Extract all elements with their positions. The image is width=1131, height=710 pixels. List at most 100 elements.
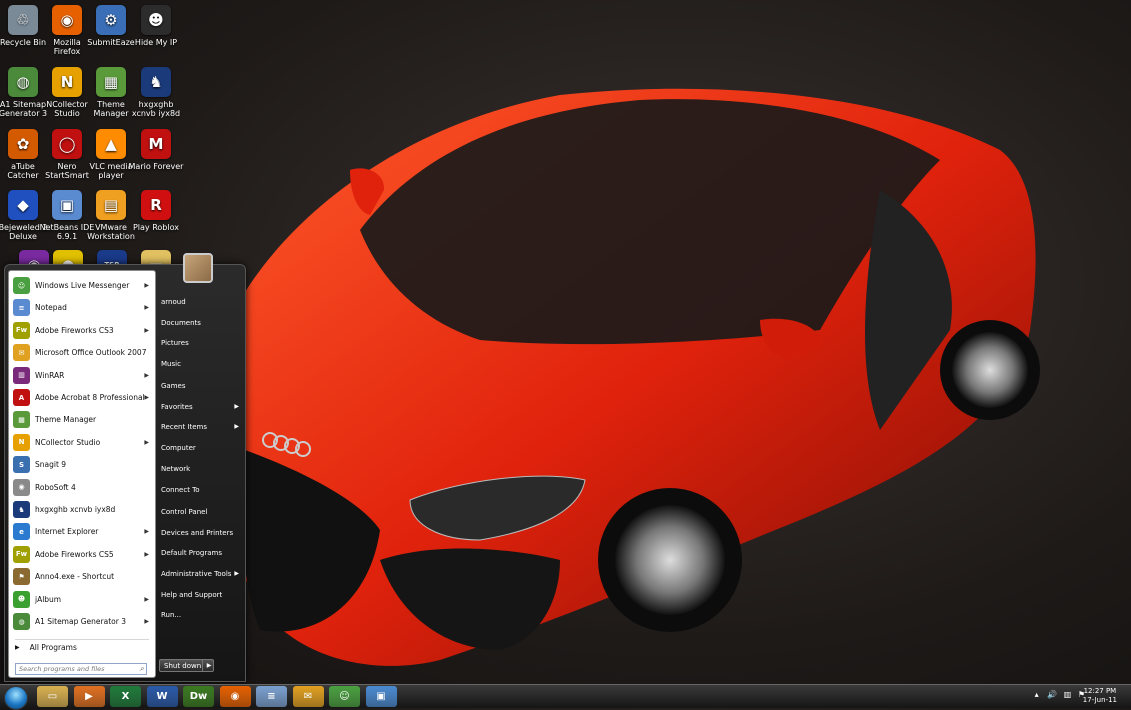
program-icon: ≡	[13, 299, 30, 317]
start-menu-program-item[interactable]: A Adobe Acrobat 8 Professional ▶	[11, 387, 153, 408]
desktop-icon[interactable]: ♞ hxgxghb xcnvb iyx8d	[128, 67, 184, 118]
start-button[interactable]	[4, 686, 28, 710]
taskbar-outlook-button[interactable]: ✉	[292, 686, 324, 707]
program-icon: Fw	[13, 321, 30, 339]
desktop-icon[interactable]: R Play Roblox	[128, 190, 184, 232]
submenu-arrow-icon[interactable]: ▶	[144, 439, 149, 446]
start-menu-link-label: Connect To	[161, 486, 200, 494]
program-icon: ⚑	[13, 568, 30, 586]
taskbar-messenger-button[interactable]: ☺	[329, 686, 360, 707]
start-menu-program-item[interactable]: ☺ Windows Live Messenger ▶	[11, 275, 153, 296]
start-menu-link[interactable]: Default Programs	[161, 546, 241, 560]
start-menu-program-item[interactable]: Fw Adobe Fireworks CS5 ▶	[11, 544, 153, 565]
program-label: RoboSoft 4	[35, 482, 76, 492]
user-picture[interactable]	[183, 253, 213, 283]
start-menu-link-label: Default Programs	[161, 549, 222, 557]
start-menu-link[interactable]: Devices and Printers	[161, 526, 241, 540]
start-menu-link-label: Administrative Tools	[161, 570, 232, 578]
start-menu-programs-pane: ☺ Windows Live Messenger ▶ ≡ Notepad ▶ Fw Adobe…	[8, 270, 156, 678]
program-icon: Fw	[13, 545, 30, 563]
submenu-arrow-icon[interactable]: ▶	[144, 528, 149, 535]
desktop-icon[interactable]: ☻ Hide My IP	[128, 5, 184, 47]
taskbar-explorer-button[interactable]: ▭	[37, 686, 68, 707]
start-menu-link[interactable]: Documents	[161, 316, 241, 330]
start-menu-link[interactable]: Recent Items ▶	[161, 420, 241, 434]
show-hidden-icons-icon[interactable]: ▴	[1035, 690, 1039, 699]
start-menu-link[interactable]: Administrative Tools ▶	[161, 567, 241, 581]
taskbar-excel-button[interactable]: X	[110, 686, 141, 707]
start-menu-program-item[interactable]: ◉ RoboSoft 4	[11, 477, 153, 498]
start-menu-program-item[interactable]: ♞ hxgxghb xcnvb iyx8d	[11, 499, 153, 520]
taskbar-word-button[interactable]: W	[146, 686, 178, 707]
start-menu-program-item[interactable]: ▥ WinRAR ▶	[11, 365, 153, 386]
shutdown-options-button[interactable]: ▶	[202, 659, 215, 672]
start-menu-link[interactable]: Pictures	[161, 336, 241, 350]
start-menu-program-item[interactable]: N NCollector Studio ▶	[11, 432, 153, 453]
start-menu-link-label: Run...	[161, 611, 182, 619]
start-menu-program-item[interactable]: Fw Adobe Fireworks CS3 ▶	[11, 320, 153, 341]
start-menu-program-item[interactable]: ✉ Microsoft Office Outlook 2007	[11, 342, 153, 363]
submenu-arrow-icon[interactable]: ▶	[144, 551, 149, 558]
desktop-icon[interactable]: M Mario Forever	[128, 129, 184, 171]
start-menu-link[interactable]: arnoud	[161, 295, 241, 309]
network-icon[interactable]: ▥	[1064, 690, 1072, 699]
program-label: jAlbum	[35, 594, 62, 604]
submenu-arrow-icon[interactable]: ▶	[144, 327, 149, 334]
submenu-arrow-icon[interactable]: ▶	[144, 394, 149, 401]
taskbar-notepad-button[interactable]: ≡	[256, 686, 287, 707]
app-icon: R	[141, 190, 171, 220]
taskbar-dreamweaver-button[interactable]: Dw	[183, 686, 214, 707]
arrow-right-icon: ▶	[206, 662, 212, 669]
submenu-arrow-icon[interactable]: ▶	[234, 400, 239, 414]
start-menu-link[interactable]: Control Panel	[161, 505, 241, 519]
search-input[interactable]: Search programs and files ⌕	[15, 663, 147, 675]
system-tray: ▴ 🔊 ▥ ⚑	[1035, 690, 1085, 699]
start-menu-program-item[interactable]: e Internet Explorer ▶	[11, 521, 153, 542]
start-menu-program-item[interactable]: ▦ Theme Manager	[11, 409, 153, 430]
submenu-arrow-icon[interactable]: ▶	[144, 618, 149, 625]
start-menu-link[interactable]: Help and Support	[161, 588, 241, 602]
start-menu-program-item[interactable]: ≡ Notepad ▶	[11, 297, 153, 318]
start-menu-link-label: Pictures	[161, 339, 189, 347]
taskbar: ▭ ▶ X W Dw ◉ ≡ ✉ ☺ ▣ ▴ 🔊 ▥ ⚑ 12:27 PM 17-Jun-11	[0, 684, 1131, 710]
start-menu-link[interactable]: Computer	[161, 441, 241, 455]
submenu-arrow-icon[interactable]: ▶	[144, 372, 149, 379]
program-icon: ☻	[13, 590, 30, 608]
start-menu-program-item[interactable]: ☻ jAlbum ▶	[11, 589, 153, 610]
submenu-arrow-icon[interactable]: ▶	[144, 282, 149, 289]
program-label: Adobe Acrobat 8 Professional	[35, 393, 145, 402]
app-icon: ⚙	[96, 5, 126, 35]
all-programs-button[interactable]: ▶ All Programs	[15, 643, 77, 652]
app-icon: ▦	[96, 67, 126, 97]
start-menu-link[interactable]: Games	[161, 379, 241, 393]
submenu-arrow-icon[interactable]: ▶	[234, 567, 239, 581]
start-menu-program-item[interactable]: S Snagit 9	[11, 454, 153, 475]
desktop-icon-label: hxgxghb xcnvb iyx8d	[131, 100, 181, 118]
start-menu-program-item[interactable]: ◍ A1 Sitemap Generator 3 ▶	[11, 611, 153, 632]
search-icon[interactable]: ⌕	[140, 664, 144, 674]
app-icon: ◯	[52, 129, 82, 159]
clock-date: 17-Jun-11	[1082, 696, 1117, 704]
start-menu-program-item[interactable]: ⚑ Anno4.exe - Shortcut	[11, 566, 153, 587]
desktop-icon-label: Mario Forever	[128, 162, 184, 171]
app-icon: ◍	[8, 67, 38, 97]
start-menu-link[interactable]: Music	[161, 357, 241, 371]
submenu-arrow-icon[interactable]: ▶	[144, 596, 149, 603]
submenu-arrow-icon[interactable]: ▶	[144, 304, 149, 311]
start-menu-link[interactable]: Connect To	[161, 483, 241, 497]
volume-icon[interactable]: 🔊	[1047, 690, 1057, 699]
submenu-arrow-icon[interactable]: ▶	[234, 420, 239, 434]
program-icon: ◉	[13, 478, 30, 496]
program-icon: e	[13, 523, 30, 541]
taskbar-media-player-button[interactable]: ▶	[73, 686, 105, 707]
app-icon: ♲	[8, 5, 38, 35]
start-menu-link[interactable]: Favorites ▶	[161, 400, 241, 414]
clock[interactable]: 12:27 PM 17-Jun-11	[1083, 687, 1117, 705]
start-menu-link[interactable]: Network	[161, 462, 241, 476]
program-label: Windows Live Messenger	[35, 281, 130, 290]
program-label: Notepad	[35, 303, 67, 313]
app-icon: ▲	[96, 129, 126, 159]
start-menu-link[interactable]: Run...	[161, 608, 241, 622]
taskbar-remote-desktop-button[interactable]: ▣	[365, 686, 397, 707]
taskbar-firefox-button[interactable]: ◉	[219, 686, 251, 707]
